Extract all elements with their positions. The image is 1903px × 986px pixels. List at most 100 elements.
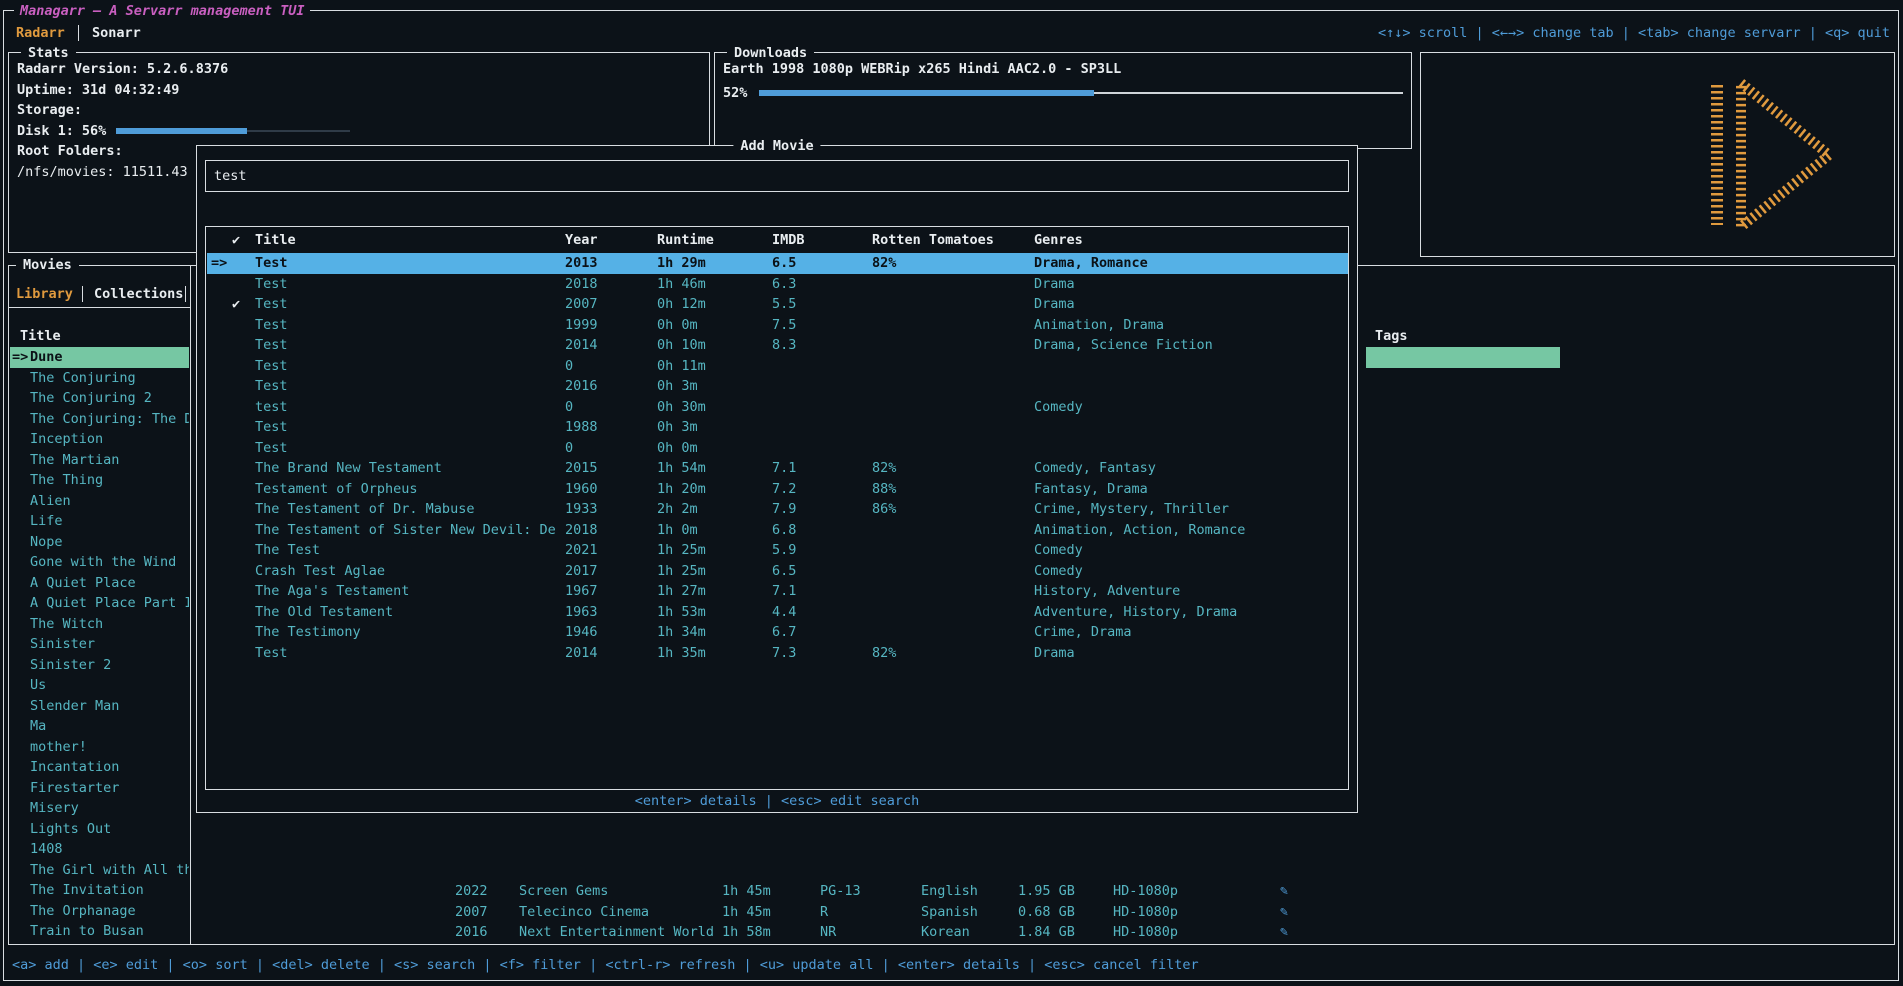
result-title: Test	[255, 356, 557, 377]
search-result-row[interactable]: The Testament of Sister New Devil: Depar…	[207, 520, 1348, 541]
result-title: test	[255, 397, 557, 418]
download-progress-track	[1094, 92, 1403, 94]
search-result-row[interactable]: The Test20211h 25m5.9Comedy	[207, 540, 1348, 561]
tab-collections[interactable]: Collections	[94, 284, 183, 304]
app-title: Managarr – A Servarr management TUI	[14, 1, 310, 21]
search-result-row[interactable]: The Testimony19461h 34m6.7Crime, Drama	[207, 622, 1348, 643]
search-result-row[interactable]: Test20160h 3m	[207, 376, 1348, 397]
movie-list-item[interactable]: =>Dune	[10, 347, 189, 368]
search-result-row[interactable]: Testament of Orpheus19601h 20m7.288%Fant…	[207, 479, 1348, 500]
search-result-row[interactable]: Test00h 0m	[207, 438, 1348, 459]
movie-title: Us	[30, 677, 46, 693]
movie-list-item[interactable]: The Conjuring	[10, 368, 189, 389]
movie-list-item[interactable]: Firestarter	[10, 778, 189, 799]
result-imdb-rating: 8.3	[772, 335, 796, 356]
result-title: The Brand New Testament	[255, 458, 557, 479]
result-genres: Animation, Action, Romance	[1034, 520, 1344, 541]
result-genres: Fantasy, Drama	[1034, 479, 1344, 500]
result-runtime: 1h 46m	[657, 274, 706, 295]
movie-list-item[interactable]: mother!	[10, 737, 189, 758]
library-table-row[interactable]: 2016Next Entertainment World1h 58mNRKore…	[9, 922, 1888, 943]
search-result-row[interactable]: The Aga's Testament19671h 27m7.1History,…	[207, 581, 1348, 602]
movie-list-item[interactable]: Slender Man	[10, 696, 189, 717]
movie-year: 2022	[455, 881, 488, 902]
library-table-row[interactable]: 2022Screen Gems1h 45mPG-13English1.95 GB…	[9, 881, 1888, 902]
movie-list-item[interactable]: 1408	[10, 839, 189, 860]
added-check-icon: ✔	[232, 294, 240, 315]
result-year: 2021	[565, 540, 598, 561]
search-result-row[interactable]: Test19880h 3m	[207, 417, 1348, 438]
rotten-tomatoes-column-header: Rotten Tomatoes	[872, 232, 994, 248]
movie-list-item[interactable]: The Thing	[10, 470, 189, 491]
modal-keybindings: <enter> details | <esc> edit search	[197, 791, 1357, 811]
movie-list: =>DuneThe ConjuringThe Conjuring 2The Co…	[10, 347, 189, 943]
result-imdb-rating: 7.5	[772, 315, 796, 336]
result-rotten-tomatoes: 82%	[872, 458, 896, 479]
movie-list-item[interactable]: The Conjuring: The De	[10, 409, 189, 430]
movie-list-item[interactable]: The Conjuring 2	[10, 388, 189, 409]
movie-title: A Quiet Place Part II	[30, 595, 189, 611]
search-result-row[interactable]: The Testament of Dr. Mabuse19332h 2m7.98…	[207, 499, 1348, 520]
search-result-row[interactable]: =>Test20131h 29m6.582%Drama, Romance	[207, 253, 1348, 274]
result-runtime: 1h 54m	[657, 458, 706, 479]
movie-search-input[interactable]	[206, 161, 1348, 191]
movie-certification: R	[820, 902, 828, 923]
search-result-row[interactable]: Test19990h 0m7.5Animation, Drama	[207, 315, 1348, 336]
movie-list-item[interactable]: Alien	[10, 491, 189, 512]
search-result-row[interactable]: Test20141h 35m7.382%Drama	[207, 643, 1348, 664]
tab-separator	[78, 25, 79, 41]
movie-size: 0.68 GB	[1018, 902, 1075, 923]
movie-list-item[interactable]: Life	[10, 511, 189, 532]
selected-row-tags-cell	[1366, 347, 1560, 368]
movie-list-item[interactable]: Ma	[10, 716, 189, 737]
result-genres: Drama	[1034, 294, 1344, 315]
result-imdb-rating: 4.4	[772, 602, 796, 623]
title-column-header: Title	[255, 232, 557, 248]
search-result-row[interactable]: Test20140h 10m8.3Drama, Science Fiction	[207, 335, 1348, 356]
movie-title: Slender Man	[30, 698, 119, 714]
logo-panel	[1420, 52, 1895, 257]
uptime-value: 31d 04:32:49	[82, 80, 180, 101]
movie-list-item[interactable]: Us	[10, 675, 189, 696]
result-year: 2017	[565, 561, 598, 582]
movie-list-item[interactable]: A Quiet Place Part II	[10, 593, 189, 614]
result-rotten-tomatoes: 82%	[872, 643, 896, 664]
tab-sonarr[interactable]: Sonarr	[92, 23, 141, 43]
movie-list-item[interactable]: Sinister 2	[10, 655, 189, 676]
movie-list-item[interactable]: Gone with the Wind	[10, 552, 189, 573]
movie-list-item[interactable]: Misery	[10, 798, 189, 819]
result-year: 2014	[565, 643, 598, 664]
search-result-row[interactable]: Test00h 11m	[207, 356, 1348, 377]
movie-list-item[interactable]: A Quiet Place	[10, 573, 189, 594]
result-year: 0	[565, 438, 573, 459]
result-year: 1933	[565, 499, 598, 520]
search-result-row[interactable]: The Brand New Testament20151h 54m7.182%C…	[207, 458, 1348, 479]
movie-list-item[interactable]: Lights Out	[10, 819, 189, 840]
movie-list-item[interactable]: The Girl with All the	[10, 860, 189, 881]
result-title: The Test	[255, 540, 557, 561]
result-title: The Testament of Sister New Devil: Depar	[255, 520, 557, 541]
movie-list-item[interactable]: The Martian	[10, 450, 189, 471]
library-table-row[interactable]: 2007Telecinco Cinema1h 45mRSpanish0.68 G…	[9, 902, 1888, 923]
result-runtime: 1h 0m	[657, 520, 698, 541]
search-result-row[interactable]: Test20181h 46m6.3Drama	[207, 274, 1348, 295]
movies-panel-title: Movies	[16, 255, 79, 275]
movie-list-item[interactable]: The Witch	[10, 614, 189, 635]
search-result-row[interactable]: Crash Test Aglae20171h 25m6.5Comedy	[207, 561, 1348, 582]
movie-size: 1.95 GB	[1018, 881, 1075, 902]
movie-list-item[interactable]: Nope	[10, 532, 189, 553]
movie-list-item[interactable]: Sinister	[10, 634, 189, 655]
download-percent: 52%	[723, 85, 747, 101]
tab-library[interactable]: Library	[16, 284, 73, 304]
tab-radarr[interactable]: Radarr	[16, 23, 65, 43]
result-title: Testament of Orpheus	[255, 479, 557, 500]
search-result-row[interactable]: test00h 30mComedy	[207, 397, 1348, 418]
result-genres: Comedy, Fantasy	[1034, 458, 1344, 479]
movie-list-item[interactable]: Incantation	[10, 757, 189, 778]
movie-title: Alien	[30, 493, 71, 509]
tags-column-header: Tags	[1375, 326, 1408, 346]
movie-list-item[interactable]: Inception	[10, 429, 189, 450]
search-result-row[interactable]: ✔Test20070h 12m5.5Drama	[207, 294, 1348, 315]
result-year: 2016	[565, 376, 598, 397]
search-result-row[interactable]: The Old Testament19631h 53m4.4Adventure,…	[207, 602, 1348, 623]
